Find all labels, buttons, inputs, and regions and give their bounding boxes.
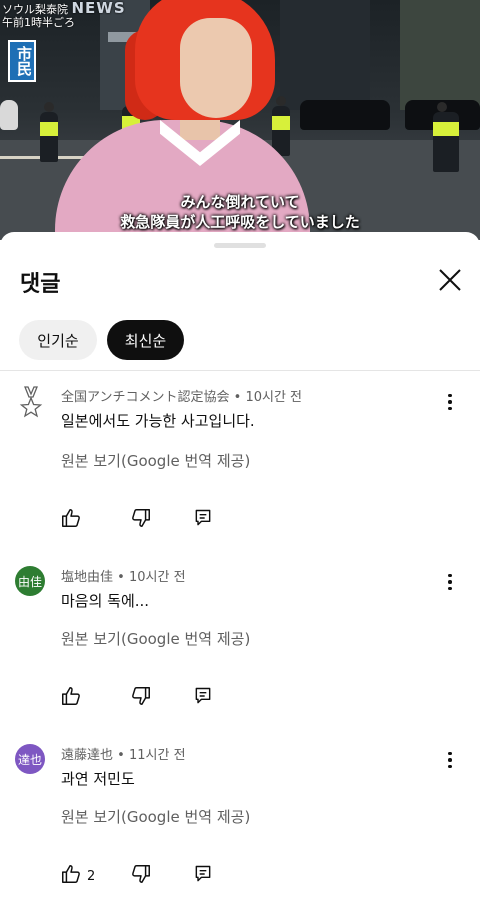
reply-icon	[193, 508, 213, 532]
comment-author[interactable]: 塩地由佳	[61, 570, 113, 585]
comment-time: 10시간 전	[245, 390, 302, 405]
police-officer	[433, 102, 459, 172]
thumbs-down-icon	[130, 507, 152, 533]
more-options-icon[interactable]	[440, 390, 460, 414]
dislike-button[interactable]	[130, 864, 152, 888]
background-building	[280, 0, 370, 110]
meta-separator: •	[233, 390, 242, 405]
comment-author[interactable]: 全国アンチコメント認定協会	[61, 390, 229, 405]
more-options-icon[interactable]	[440, 570, 460, 594]
close-icon[interactable]	[432, 262, 468, 298]
reply-button[interactable]	[193, 508, 213, 532]
thumbs-down-icon	[130, 863, 152, 889]
dislike-button[interactable]	[130, 686, 152, 710]
like-button[interactable]	[60, 686, 87, 710]
channel-watermark: ソウル梨泰院 NEWS 午前1時半ごろ	[2, 0, 126, 30]
reply-icon	[193, 864, 213, 888]
meta-separator: •	[117, 748, 125, 763]
avatar[interactable]: 達也	[15, 744, 45, 774]
sort-chip-popular[interactable]: 인기순	[19, 320, 97, 360]
comment-time: 11시간 전	[128, 748, 186, 763]
car	[0, 100, 18, 130]
comment-text: 마음의 독에...	[61, 592, 150, 610]
subtitle-line-1: みんな倒れていて	[180, 193, 300, 211]
comment-meta: 全国アンチコメント認定協会 • 10시간 전	[61, 386, 302, 405]
citizen-tag: 市民	[8, 40, 36, 82]
like-count: 2	[87, 868, 96, 884]
video-player[interactable]: ソウル梨泰院 NEWS 午前1時半ごろ 市民 みんな倒れていて 救急隊員が人工呼…	[0, 0, 480, 240]
channel-logo: NEWS	[71, 0, 126, 17]
comment-time: 10시간 전	[128, 570, 186, 585]
thumbs-down-icon	[130, 685, 152, 711]
sheet-title: 댓글	[20, 272, 61, 297]
reply-button[interactable]	[193, 864, 213, 888]
thumbs-up-icon	[60, 507, 82, 533]
car	[300, 100, 390, 130]
police-officer	[40, 102, 58, 162]
more-options-icon[interactable]	[440, 748, 460, 772]
comments-sheet: 댓글 인기순 최신순 全国アンチコメント認定協会 • 10시간 전 일본에서도 …	[0, 232, 480, 904]
sort-chip-newest[interactable]: 최신순	[107, 320, 184, 360]
reply-icon	[193, 686, 213, 710]
channel-name-small: ソウル梨泰院	[2, 3, 68, 16]
meta-separator: •	[117, 570, 125, 585]
drag-handle[interactable]	[214, 243, 266, 248]
avatar[interactable]: 由佳	[15, 566, 45, 596]
reply-button[interactable]	[193, 686, 213, 710]
medal-icon[interactable]	[18, 386, 44, 418]
thumbs-up-icon	[60, 863, 82, 889]
subtitle-line-2: 救急隊員が人工呼吸をしていました	[120, 213, 360, 231]
see-original-link[interactable]: 원본 보기(Google 번역 제공)	[61, 628, 250, 649]
comment-meta: 遠藤達也 • 11시간 전	[61, 744, 186, 763]
like-button[interactable]	[60, 508, 87, 532]
comment-text: 일본에서도 가능한 사고입니다.	[61, 412, 255, 430]
see-original-link[interactable]: 원본 보기(Google 번역 제공)	[61, 450, 250, 471]
dislike-button[interactable]	[130, 508, 152, 532]
comment-author[interactable]: 遠藤達也	[61, 748, 113, 763]
divider	[0, 370, 480, 371]
background-building	[400, 0, 480, 110]
like-button[interactable]: 2	[60, 864, 95, 888]
comment-meta: 塩地由佳 • 10시간 전	[61, 566, 186, 585]
comment-text: 과연 저민도	[61, 770, 135, 788]
timestamp-caption: 午前1時半ごろ	[2, 16, 75, 29]
thumbs-up-icon	[60, 685, 82, 711]
interviewee-face	[180, 18, 252, 118]
see-original-link[interactable]: 원본 보기(Google 번역 제공)	[61, 806, 250, 827]
